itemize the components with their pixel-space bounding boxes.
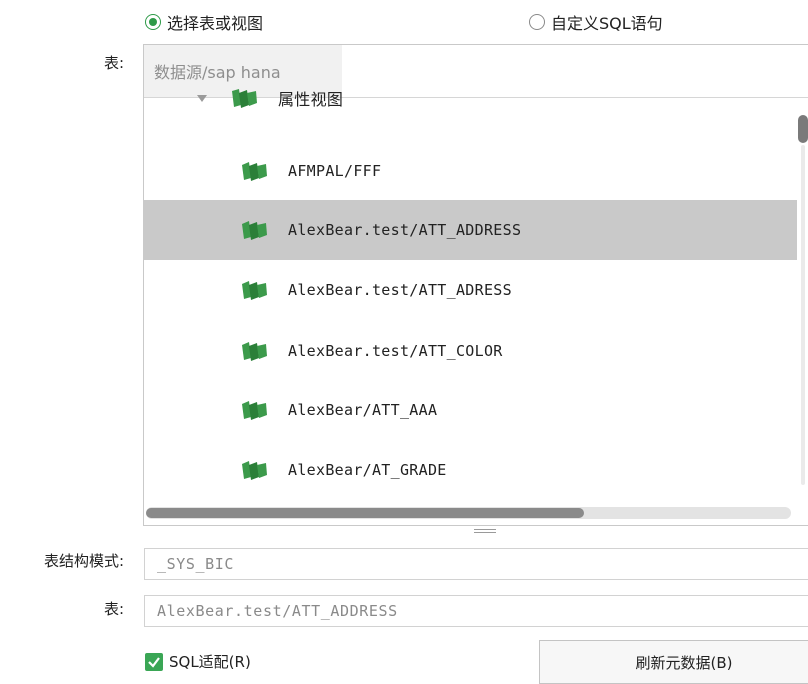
attribute-view-icon	[242, 401, 267, 420]
tree-item-label: AlexBear.test/ATT_ADRESS	[288, 281, 512, 299]
tree-item-selected[interactable]: AlexBear.test/ATT_ADDRESS	[144, 200, 797, 260]
tree-item[interactable]: AlexBear/AT_GRADE	[144, 440, 797, 500]
vertical-scrollbar-thumb[interactable]	[798, 115, 808, 143]
tree-item-label: AlexBear/AT_GRADE	[288, 461, 447, 479]
expand-arrow-icon[interactable]	[196, 93, 208, 103]
tree-item[interactable]: AlexBear.test/ATT_ADRESS	[144, 260, 797, 320]
radio-unchecked-icon	[529, 14, 545, 30]
radio-checked-icon	[145, 14, 161, 30]
refresh-metadata-label: 刷新元数据(B)	[635, 653, 733, 672]
tree-group-label: 属性视图	[278, 90, 344, 109]
tree-item-label: AlexBear.test/ATT_COLOR	[288, 342, 503, 360]
horizontal-scrollbar-thumb[interactable]	[146, 508, 584, 518]
schema-field-value: _SYS_BIC	[157, 555, 235, 573]
attribute-view-icon	[242, 162, 267, 181]
attribute-view-icon	[242, 342, 267, 361]
sql-adapt-checkbox[interactable]: SQL适配(R)	[145, 651, 251, 672]
radio-select-table-or-view[interactable]: 选择表或视图	[145, 10, 263, 34]
table-name-field[interactable]: AlexBear.test/ATT_ADDRESS	[144, 595, 808, 627]
attribute-view-folder-icon	[232, 89, 257, 108]
tree-item[interactable]: AlexBear.test/ATT_COLOR	[144, 321, 797, 381]
search-input-value: 数据源/sap hana	[154, 63, 281, 82]
vertical-scrollbar-track[interactable]	[801, 145, 805, 485]
refresh-metadata-button[interactable]: 刷新元数据(B)	[539, 640, 808, 684]
radio-select-table-label: 选择表或视图	[167, 14, 264, 33]
sql-adapt-label: SQL适配(R)	[169, 653, 251, 671]
table-name-field-value: AlexBear.test/ATT_ADDRESS	[157, 602, 398, 620]
horizontal-scrollbar[interactable]	[146, 507, 791, 519]
radio-custom-sql[interactable]: 自定义SQL语句	[529, 10, 663, 34]
checkbox-checked-icon	[145, 652, 163, 671]
tree-item-label: AlexBear.test/ATT_ADDRESS	[288, 221, 522, 239]
table-tree-panel[interactable]: 数据源/sap hana 属性视图 AFMPAL/FFF AlexBear.te…	[143, 44, 808, 526]
radio-custom-sql-label: 自定义SQL语句	[551, 14, 663, 33]
tree-item[interactable]: AlexBear/ATT_AAA	[144, 380, 797, 440]
tree-item-label: AFMPAL/FFF	[288, 162, 382, 180]
tree-item[interactable]: AFMPAL/FFF	[144, 141, 797, 201]
resize-handle[interactable]	[474, 529, 496, 535]
attribute-view-icon	[242, 461, 267, 480]
attribute-view-icon	[242, 221, 267, 240]
attribute-view-icon	[242, 281, 267, 300]
schema-field[interactable]: _SYS_BIC	[144, 548, 808, 580]
tree-item-label: AlexBear/ATT_AAA	[288, 401, 438, 419]
vertical-scrollbar[interactable]	[798, 101, 808, 496]
tree-group-attribute-views[interactable]: 属性视图	[144, 83, 744, 113]
table-field-label: 表:	[103, 600, 124, 618]
schema-label: 表结构模式:	[43, 552, 124, 570]
table-label: 表:	[103, 54, 124, 72]
